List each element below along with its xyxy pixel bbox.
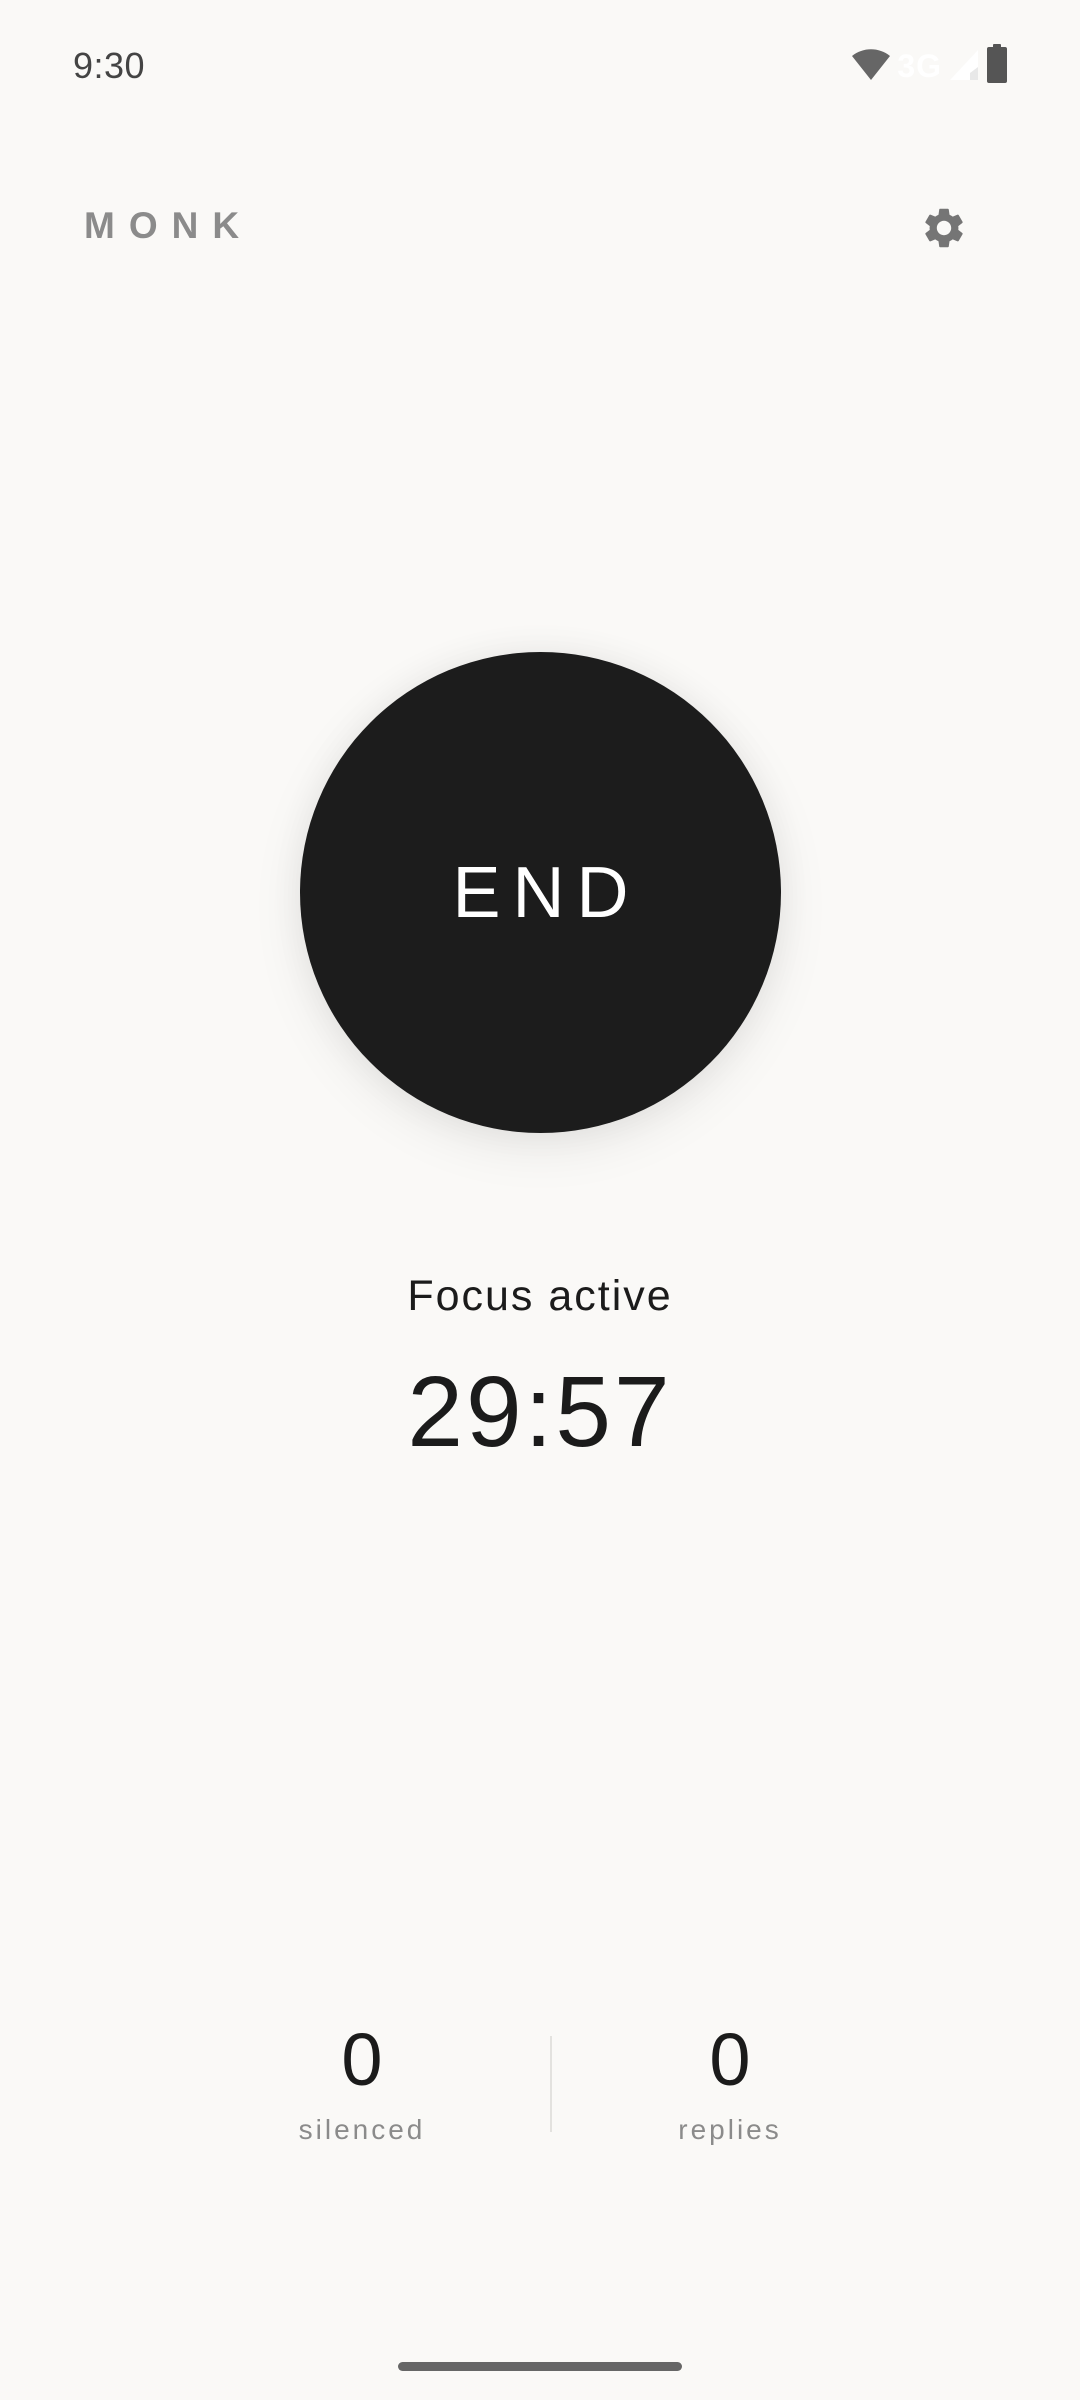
focus-status-text: Focus active bbox=[407, 1272, 673, 1320]
stats-divider bbox=[550, 2036, 552, 2132]
battery-icon bbox=[986, 43, 1008, 89]
wifi-icon bbox=[851, 47, 891, 86]
silenced-count: 0 bbox=[341, 2018, 383, 2101]
countdown-timer: 29:57 bbox=[407, 1356, 673, 1468]
silenced-label: silenced bbox=[298, 2114, 426, 2145]
replies-count: 0 bbox=[709, 2018, 751, 2101]
network-type-label: 3G bbox=[897, 48, 942, 84]
stat-silenced: 0 silenced bbox=[232, 2010, 492, 2150]
home-indicator[interactable] bbox=[398, 2362, 682, 2371]
session-stats: 0 silenced 0 replies bbox=[0, 2010, 1080, 2170]
settings-button[interactable] bbox=[914, 200, 974, 260]
replies-label: replies bbox=[678, 2114, 782, 2145]
end-session-button[interactable]: END bbox=[300, 652, 781, 1133]
app-header: MONK bbox=[0, 180, 1080, 270]
end-button-label: END bbox=[452, 852, 641, 933]
signal-icon bbox=[948, 47, 980, 86]
status-bar: 9:30 3G bbox=[0, 0, 1080, 130]
stat-replies: 0 replies bbox=[600, 2010, 860, 2150]
status-time: 9:30 bbox=[73, 45, 146, 86]
gear-icon bbox=[920, 204, 968, 257]
app-title: MONK bbox=[84, 205, 254, 246]
status-icons: 3G bbox=[851, 43, 1008, 89]
